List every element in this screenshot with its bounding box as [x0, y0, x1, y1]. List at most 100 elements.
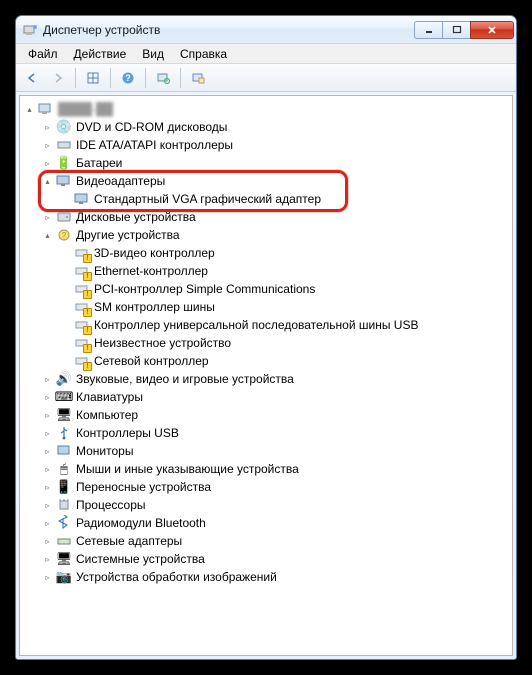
scan-button[interactable] [151, 67, 175, 89]
expand-icon[interactable]: ▹ [42, 554, 53, 565]
expand-icon[interactable]: ▹ [42, 410, 53, 421]
node-label: Другие устройства [76, 228, 180, 242]
tree-item[interactable]: ▹🔊Звуковые, видео и игровые устройства [42, 370, 510, 388]
expand-icon[interactable]: ▹ [42, 446, 53, 457]
node-label: Видеоадаптеры [76, 174, 165, 188]
root-label: ████-██ [58, 102, 113, 116]
menu-file[interactable]: Файл [20, 45, 66, 63]
node-label: Сетевые адаптеры [76, 534, 182, 548]
maximize-button[interactable] [442, 21, 470, 39]
tree-item[interactable]: ·!PCI-контроллер Simple Communications [60, 280, 510, 298]
tree-item[interactable]: ▹🖥Системные устройства [42, 550, 510, 568]
node-label: Сетевой контроллер [94, 354, 209, 368]
unknown-device-icon: ! [74, 299, 90, 315]
display-adapter-icon [56, 173, 72, 189]
svg-text:?: ? [62, 231, 67, 240]
tree-item[interactable]: ▹🖥 Компьютер [42, 406, 510, 424]
tree-item[interactable]: ·!Сетевой контроллер [60, 352, 510, 370]
unknown-device-icon: ! [74, 353, 90, 369]
tree-item-vga-adapter[interactable]: ·Стандартный VGA графический адаптер [60, 190, 510, 208]
tree-item[interactable]: ·!SM контроллер шины [60, 298, 510, 316]
properties-button[interactable] [186, 67, 210, 89]
portable-icon: 📱 [56, 479, 72, 495]
node-label: 3D-видео контроллер [94, 246, 215, 260]
network-icon [56, 533, 72, 549]
tree-item[interactable]: ▹ Радиомодули Bluetooth [42, 514, 510, 532]
tree-item-video-adapters[interactable]: ▴ Видеоадаптеры [42, 172, 510, 190]
node-label: Контроллеры USB [76, 426, 179, 440]
back-button[interactable] [20, 67, 44, 89]
window-title: Диспетчер устройств [43, 23, 414, 37]
node-label: Звуковые, видео и игровые устройства [76, 372, 294, 386]
node-label: Клавиатуры [76, 390, 143, 404]
show-hidden-button[interactable] [81, 67, 105, 89]
expand-icon[interactable]: ▹ [42, 572, 53, 583]
menu-view[interactable]: Вид [134, 45, 172, 63]
menu-action[interactable]: Действие [66, 45, 135, 63]
tree-item[interactable]: ▹ Контроллеры USB [42, 424, 510, 442]
node-label: Процессоры [76, 498, 146, 512]
node-label: IDE ATA/ATAPI контроллеры [76, 138, 233, 152]
tree-item[interactable]: ▹Дисковые устройства [42, 208, 510, 226]
node-label: Радиомодули Bluetooth [76, 516, 206, 530]
forward-button[interactable] [46, 67, 70, 89]
toolbar: ? [16, 64, 516, 92]
node-label: Неизвестное устройство [94, 336, 231, 350]
node-label: Переносные устройства [76, 480, 211, 494]
tree-item[interactable]: ▹ Процессоры [42, 496, 510, 514]
unknown-device-icon: ! [74, 317, 90, 333]
collapse-icon[interactable]: ▴ [42, 176, 53, 187]
root-node[interactable]: ▴ ████-██ [24, 100, 510, 118]
tree-item[interactable]: ▹🔋Батареи [42, 154, 510, 172]
computer-icon [38, 101, 54, 117]
expand-icon[interactable]: ▹ [42, 212, 53, 223]
expand-icon[interactable]: ▹ [42, 500, 53, 511]
keyboard-icon: ⌨ [56, 389, 72, 405]
tree-item-other[interactable]: ▴? Другие устройства [42, 226, 510, 244]
dvd-icon: 💿 [56, 119, 72, 135]
node-label: Системные устройства [76, 552, 205, 566]
menubar: Файл Действие Вид Справка [16, 44, 516, 64]
expand-icon[interactable]: ▹ [42, 428, 53, 439]
tree-item[interactable]: ·!Контроллер универсальной последователь… [60, 316, 510, 334]
expand-icon[interactable]: ▹ [42, 536, 53, 547]
node-label: DVD и CD-ROM дисководы [76, 120, 227, 134]
expand-icon[interactable]: ▹ [42, 392, 53, 403]
node-label: Батареи [76, 156, 122, 170]
device-tree-panel[interactable]: ▴ ████-██ ▹💿DVD и CD-ROM дисководы ▹IDE … [19, 95, 513, 656]
expand-icon[interactable]: ▹ [42, 464, 53, 475]
computer-icon: 🖥 [56, 407, 72, 423]
expand-icon[interactable]: ▹ [42, 482, 53, 493]
close-button[interactable] [470, 21, 514, 39]
tree-item[interactable]: ·!3D-видео контроллер [60, 244, 510, 262]
collapse-icon[interactable]: ▴ [24, 104, 35, 115]
node-label: Контроллер универсальной последовательно… [94, 318, 418, 332]
tree-item[interactable]: ▹📱 Переносные устройства [42, 478, 510, 496]
tree-item[interactable]: ·!Неизвестное устройство [60, 334, 510, 352]
menu-help[interactable]: Справка [172, 45, 235, 63]
expand-icon[interactable]: ▹ [42, 140, 53, 151]
expand-icon[interactable]: ▹ [42, 374, 53, 385]
tree-item[interactable]: ▹🖱Мыши и иные указывающие устройства [42, 460, 510, 478]
expand-icon[interactable]: ▹ [42, 158, 53, 169]
tree-item[interactable]: ▹Мониторы [42, 442, 510, 460]
node-label: PCI-контроллер Simple Communications [94, 282, 315, 296]
tree-item[interactable]: ▹📷Устройства обработки изображений [42, 568, 510, 586]
titlebar[interactable]: Диспетчер устройств [16, 16, 516, 44]
other-devices-icon: ? [56, 227, 72, 243]
tree-item[interactable]: ▹💿 DVD и CD-ROM дисководы [42, 118, 510, 136]
tree-item[interactable]: ▹ Сетевые адаптеры [42, 532, 510, 550]
tree-item[interactable]: ·!Ethernet-контроллер [60, 262, 510, 280]
minimize-button[interactable] [414, 21, 442, 39]
help-button[interactable]: ? [116, 67, 140, 89]
node-label: Стандартный VGA графический адаптер [94, 192, 321, 206]
usb-icon [56, 425, 72, 441]
node-label: Компьютер [76, 408, 138, 422]
tree-item[interactable]: ▹⌨ Клавиатуры [42, 388, 510, 406]
expand-icon[interactable]: ▹ [42, 518, 53, 529]
disk-icon [56, 209, 72, 225]
tree-item[interactable]: ▹ IDE ATA/ATAPI контроллеры [42, 136, 510, 154]
expand-icon[interactable]: ▹ [42, 122, 53, 133]
node-label: Мыши и иные указывающие устройства [76, 462, 299, 476]
collapse-icon[interactable]: ▴ [42, 230, 53, 241]
